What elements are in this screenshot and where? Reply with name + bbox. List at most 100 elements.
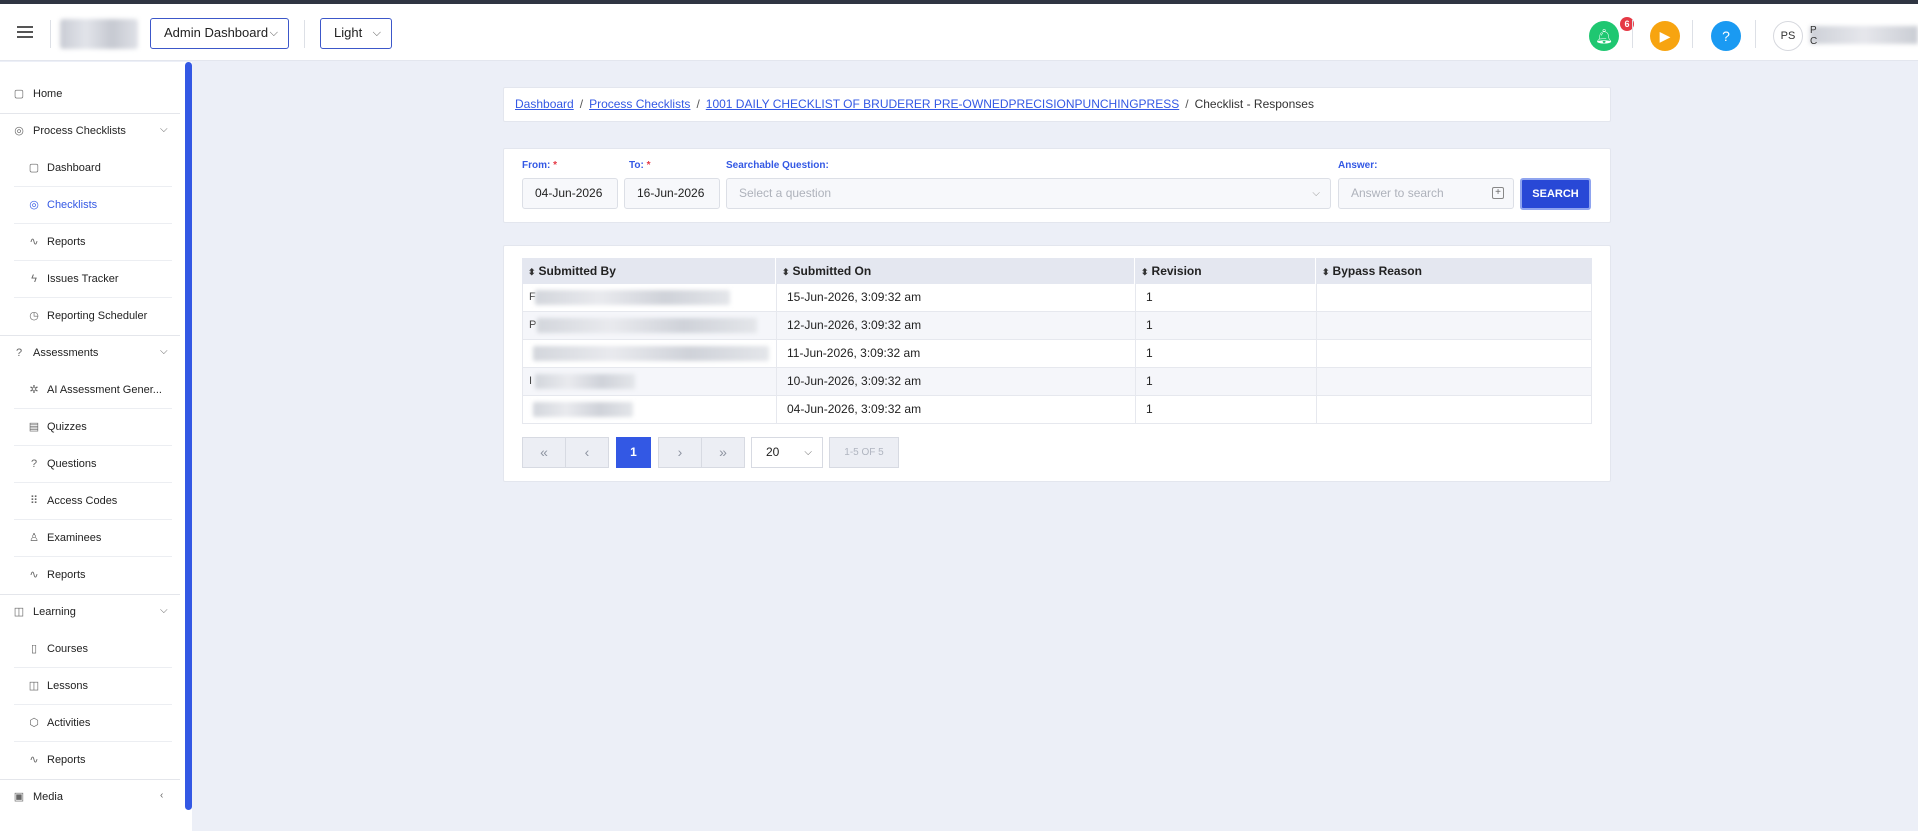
cell-submitted-by <box>523 396 777 423</box>
check-circle-icon: ◎ <box>14 125 24 137</box>
cell-submitted-by: F <box>523 284 777 311</box>
table-row[interactable]: 04-Jun-2026, 3:09:32 am 1 <box>522 396 1592 424</box>
from-label: From: * <box>522 160 558 171</box>
question-select-placeholder: Select a question <box>739 186 832 200</box>
page-1-button[interactable]: 1 <box>616 437 651 468</box>
chevron-down-icon: ⌵ <box>372 27 381 39</box>
play-icon[interactable]: ▶︎ <box>1650 21 1680 51</box>
cell-submitted-on: 04-Jun-2026, 3:09:32 am <box>777 396 1136 423</box>
next-page-button[interactable]: › <box>658 437 702 468</box>
cell-bypass-reason <box>1317 340 1591 367</box>
answer-input[interactable]: Answer to search + <box>1338 178 1514 209</box>
breadcrumb-checklist[interactable]: 1001 DAILY CHECKLIST OF BRUDERER PRE-OWN… <box>706 97 1179 111</box>
divider <box>1692 20 1693 48</box>
cell-bypass-reason <box>1317 312 1591 339</box>
sort-icon: ⬍ <box>528 267 536 277</box>
sort-icon: ⬍ <box>1141 267 1149 277</box>
cell-bypass-reason <box>1317 396 1591 423</box>
sidebar-item-process-checklists[interactable]: ◎ Process Checklists ⌵ <box>0 113 180 150</box>
cell-revision: 1 <box>1136 396 1317 423</box>
menu-icon[interactable] <box>17 26 33 38</box>
last-page-button[interactable]: » <box>701 437 745 468</box>
grid-icon: ⠿ <box>29 495 39 507</box>
help-label: ? <box>1722 28 1730 44</box>
chevron-left-icon: ‹ <box>160 790 164 801</box>
search-button[interactable]: SEARCH <box>1520 178 1591 210</box>
sidebar-item-courses[interactable]: ▯ Courses <box>14 631 172 668</box>
sidebar-item-questions[interactable]: ? Questions <box>14 446 172 483</box>
col-submitted-by[interactable]: ⬍ Submitted By <box>522 258 776 284</box>
col-submitted-on[interactable]: ⬍ Submitted On <box>776 258 1135 284</box>
divider <box>1632 20 1633 48</box>
redacted-email <box>533 402 633 417</box>
sidebar-item-quizzes[interactable]: ▤ Quizzes <box>14 409 172 446</box>
prev-page-button[interactable]: ‹ <box>565 437 609 468</box>
activity-icon: ∿ <box>29 754 39 766</box>
cell-revision: 1 <box>1136 312 1317 339</box>
chevron-down-icon: ⌵ <box>160 124 168 135</box>
cell-submitted-on: 12-Jun-2026, 3:09:32 am <box>777 312 1136 339</box>
table-row[interactable]: F 15-Jun-2026, 3:09:32 am 1 <box>522 284 1592 312</box>
theme-select[interactable]: Light ⌵ <box>320 18 392 49</box>
cell-submitted-by: P <box>523 312 777 339</box>
breadcrumb-dashboard[interactable]: Dashboard <box>515 97 574 111</box>
cell-submitted-on: 11-Jun-2026, 3:09:32 am <box>777 340 1136 367</box>
check-circle-icon: ◎ <box>29 199 39 211</box>
activity-icon: ∿ <box>29 569 39 581</box>
cell-submitted-by: I <box>523 368 777 395</box>
image-icon: ▣ <box>13 791 25 803</box>
help-icon[interactable]: ? <box>1711 21 1741 51</box>
sidebar-scrollbar[interactable] <box>185 62 192 810</box>
sidebar-item-ai-assessment[interactable]: ✲ AI Assessment Gener... <box>14 372 172 409</box>
table-header: ⬍ Submitted By ⬍ Submitted On ⬍ Revision ⬍ B… <box>522 258 1592 284</box>
sidebar-item-assessments[interactable]: ? Assessments ⌵ <box>0 335 180 372</box>
sidebar-item-le-reports[interactable]: ∿ Reports <box>14 742 172 779</box>
user-name-redacted[interactable] <box>1810 26 1918 44</box>
open-book-icon: ◫ <box>28 680 40 692</box>
lightning-icon: ϟ <box>31 273 37 285</box>
plus-square-icon[interactable]: + <box>1492 187 1504 199</box>
breadcrumb-current: Checklist - Responses <box>1194 97 1314 111</box>
redacted-email <box>535 290 730 305</box>
sidebar-item-examinees[interactable]: ♙ Examinees <box>14 520 172 557</box>
divider <box>1755 20 1756 48</box>
avatar[interactable]: PS <box>1773 21 1803 51</box>
home-icon: ▢ <box>13 88 25 100</box>
sidebar-item-lessons[interactable]: ◫ Lessons <box>14 668 172 705</box>
col-revision[interactable]: ⬍ Revision <box>1135 258 1316 284</box>
theme-select-label: Light <box>334 25 363 40</box>
sort-icon: ⬍ <box>1322 267 1330 277</box>
table-row[interactable]: I 10-Jun-2026, 3:09:32 am 1 <box>522 368 1592 396</box>
document-icon: ▤ <box>28 421 40 433</box>
first-page-button[interactable]: « <box>522 437 566 468</box>
user-icon: ♙ <box>29 532 39 544</box>
company-logo <box>60 19 138 49</box>
sidebar-item-issues-tracker[interactable]: ϟ Issues Tracker <box>14 261 172 298</box>
dashboard-icon: ▢ <box>28 162 40 174</box>
sidebar-item-learning[interactable]: ◫ Learning ⌵ <box>0 594 180 631</box>
sidebar-item-pc-dashboard[interactable]: ▢ Dashboard <box>14 150 172 187</box>
sidebar-item-home[interactable]: ▢ Home <box>0 76 180 113</box>
sidebar-item-as-reports[interactable]: ∿ Reports <box>14 557 172 594</box>
sidebar-item-checklists[interactable]: ◎ Checklists <box>14 187 172 224</box>
dashboard-select[interactable]: Admin Dashboard ⌵ <box>150 18 289 49</box>
page-size-select[interactable]: 20 ⌵ <box>751 437 823 468</box>
redacted-email <box>537 318 757 333</box>
breadcrumb-process-checklists[interactable]: Process Checklists <box>589 97 690 111</box>
activity-icon: ∿ <box>29 236 39 248</box>
top-bar: Admin Dashboard ⌵ Light ⌵ 🔔︎ 6 ▶︎ ? PS P… <box>0 4 1918 61</box>
table-row[interactable]: P 12-Jun-2026, 3:09:32 am 1 <box>522 312 1592 340</box>
col-bypass-reason[interactable]: ⬍ Bypass Reason <box>1316 258 1592 284</box>
sidebar-item-pc-reports[interactable]: ∿ Reports <box>14 224 172 261</box>
sidebar-item-activities[interactable]: ⬡ Activities <box>14 705 172 742</box>
to-date-input[interactable]: 16-Jun-2026 <box>624 178 720 209</box>
chevron-down-icon: ⌵ <box>160 605 168 616</box>
sidebar-item-access-codes[interactable]: ⠿ Access Codes <box>14 483 172 520</box>
user-name-letters: PC <box>1810 25 1818 47</box>
table-row[interactable]: 11-Jun-2026, 3:09:32 am 1 <box>522 340 1592 368</box>
question-select[interactable]: Select a question ⌵ <box>726 178 1331 209</box>
from-date-input[interactable]: 04-Jun-2026 <box>522 178 618 209</box>
bell-icon[interactable]: 🔔︎ <box>1589 21 1619 51</box>
sidebar-item-media[interactable]: ▣ Media ‹ <box>0 779 180 816</box>
sidebar-item-reporting-scheduler[interactable]: ◷ Reporting Scheduler <box>14 298 172 335</box>
